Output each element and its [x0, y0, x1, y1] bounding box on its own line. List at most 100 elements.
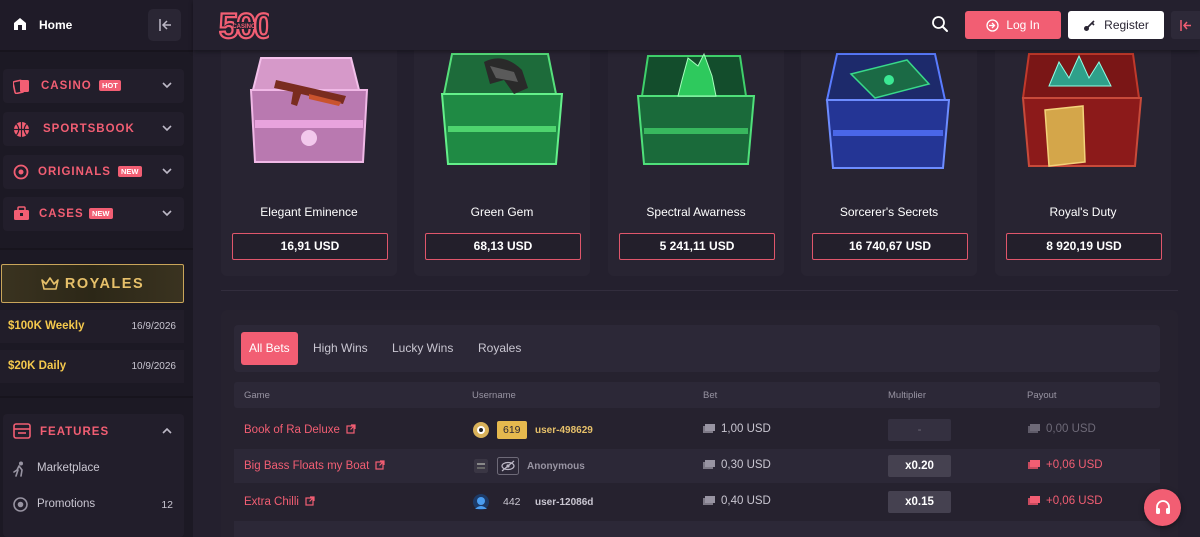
sidebar-item-originals[interactable]: ORIGINALS NEW [3, 155, 184, 189]
headset-icon [1155, 499, 1170, 514]
bet-value: 0,40 USD [721, 495, 771, 507]
logo-subtext: CASINO [232, 24, 256, 30]
home-label: Home [39, 18, 73, 32]
sidebar-item-label: CASINO [41, 80, 92, 92]
promo-date: 16/9/2026 [131, 321, 177, 332]
promo-title: $20K Daily [8, 360, 67, 372]
bets-tabs: All Bets High Wins Lucky Wins Royales [234, 325, 1160, 372]
case-price-button[interactable]: 8 920,19 USD [1006, 233, 1162, 260]
sidebar-item-label: SPORTSBOOK [43, 123, 135, 135]
multiplier: x0.20 [888, 455, 951, 477]
cases-grid: Elegant Eminence 16,91 USD Green Gem 68,… [221, 50, 1178, 290]
sidebar-item-label: Marketplace [37, 462, 100, 474]
sidebar-item-home[interactable]: Home [0, 0, 193, 50]
sidebar-item-label: CASES [39, 208, 84, 220]
case-card[interactable]: Spectral Awarness 5 241,11 USD [608, 50, 784, 276]
payout-value: +0,06 USD [1046, 459, 1103, 471]
register-button[interactable]: Register [1068, 11, 1164, 39]
chest-image [440, 53, 564, 165]
sidebar: Home CASINO HOT SPORTSBOOK ORIGINALS NEW… [0, 0, 193, 537]
login-button[interactable]: Log In [965, 11, 1061, 39]
payout-value: 0,00 USD [1046, 423, 1096, 435]
external-link-icon [305, 496, 315, 506]
login-icon [986, 18, 999, 32]
chest-image [825, 53, 951, 169]
case-price-button[interactable]: 68,13 USD [425, 233, 581, 260]
game-name: Extra Chilli [244, 496, 299, 508]
chest-icon [14, 206, 29, 220]
table-row: Big Bass Floats my Boat Anonymous 0,30 U… [234, 449, 1160, 483]
collapse-left-icon [1180, 19, 1191, 31]
sidebar-item-casino[interactable]: CASINO HOT [3, 69, 184, 103]
coins-icon [703, 424, 715, 433]
chevron-up-icon[interactable] [162, 427, 172, 435]
promo-item[interactable]: $100K Weekly 16/9/2026 [0, 310, 184, 343]
payout: +0,06 USD [1027, 495, 1103, 507]
marketplace-icon [13, 461, 23, 477]
chevron-down-icon [162, 168, 172, 175]
sidebar-item-promotions[interactable]: Promotions 12 [3, 493, 184, 517]
case-card[interactable]: Sorcerer's Secrets 16 740,67 USD [801, 50, 977, 276]
username[interactable]: user-498629 [535, 425, 593, 436]
case-price-button[interactable]: 16 740,67 USD [812, 233, 968, 260]
collapse-sidebar-button[interactable] [148, 9, 181, 41]
features-label: FEATURES [40, 426, 110, 438]
login-label: Log In [1006, 18, 1040, 32]
case-card[interactable]: Royal's Duty 8 920,19 USD [995, 50, 1171, 276]
features-section: FEATURES Marketplace Promotions 12 [3, 414, 184, 537]
divider [0, 50, 193, 52]
chest-image [1021, 53, 1143, 167]
basketball-icon [14, 122, 29, 137]
promotions-count: 12 [161, 499, 173, 511]
payout: 0,00 USD [1027, 423, 1096, 435]
case-card[interactable]: Elegant Eminence 16,91 USD [221, 50, 397, 276]
username[interactable]: user-12086d [535, 497, 593, 508]
game-link[interactable]: Big Bass Floats my Boat [244, 460, 385, 472]
collapse-right-panel-button[interactable] [1171, 11, 1200, 39]
coins-icon [1028, 496, 1040, 505]
case-name: Sorcerer's Secrets [839, 205, 939, 219]
promo-item[interactable]: $20K Daily 10/9/2026 [0, 350, 184, 383]
promo-title: $100K Weekly [8, 320, 85, 332]
column-header: Bet [703, 390, 718, 401]
sidebar-item-label: ORIGINALS [38, 166, 111, 178]
bet-amount: 0,40 USD [702, 495, 771, 507]
level-badge: 442 [503, 496, 521, 508]
external-link-icon [375, 460, 385, 470]
multiplier: x0.15 [888, 491, 951, 513]
bet-amount: 1,00 USD [702, 423, 771, 435]
coins-icon [703, 460, 715, 469]
game-link[interactable]: Book of Ra Deluxe [244, 424, 356, 436]
payout-value: +0,06 USD [1046, 495, 1103, 507]
tab-high-wins[interactable]: High Wins [305, 332, 376, 365]
bet-value: 0,30 USD [721, 459, 771, 471]
avatar [473, 494, 489, 510]
logo[interactable]: 500 CASINO [219, 6, 269, 44]
chest-image [636, 52, 756, 165]
sidebar-item-marketplace[interactable]: Marketplace [3, 457, 184, 481]
sidebar-item-cases[interactable]: CASES NEW [3, 197, 184, 231]
coins-icon [703, 496, 715, 505]
sidebar-item-sportsbook[interactable]: SPORTSBOOK [3, 112, 184, 146]
case-card[interactable]: Green Gem 68,13 USD [414, 50, 590, 276]
tab-royales[interactable]: Royales [470, 332, 529, 365]
bet-value: 1,00 USD [721, 423, 771, 435]
royales-button[interactable]: ROYALES [1, 264, 184, 303]
divider [0, 396, 193, 398]
support-button[interactable] [1144, 489, 1181, 526]
chest-image [249, 57, 369, 163]
tab-all-bets[interactable]: All Bets [241, 332, 298, 365]
new-badge: NEW [118, 166, 142, 177]
case-price-button[interactable]: 5 241,11 USD [619, 233, 775, 260]
case-name: Green Gem [470, 205, 534, 219]
table-row [234, 521, 1160, 537]
column-header: Multiplier [888, 390, 927, 401]
chevron-down-icon [162, 210, 172, 217]
sidebar-item-label: Promotions [37, 498, 96, 510]
search-icon[interactable] [931, 15, 949, 33]
coins-icon [1028, 424, 1040, 433]
tab-lucky-wins[interactable]: Lucky Wins [384, 332, 461, 365]
features-icon [13, 423, 31, 439]
case-price-button[interactable]: 16,91 USD [232, 233, 388, 260]
game-link[interactable]: Extra Chilli [244, 496, 315, 508]
